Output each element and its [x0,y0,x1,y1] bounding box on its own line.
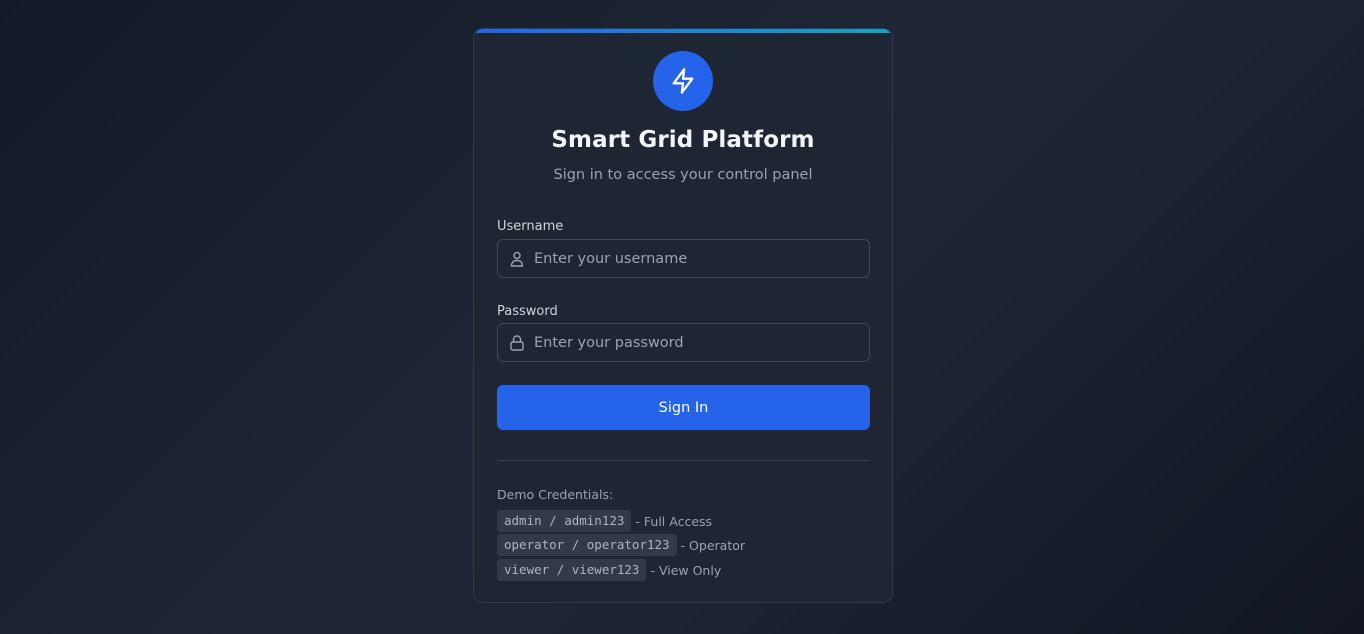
card-accent-bar [474,29,892,33]
credential-desc: - Full Access [635,513,713,529]
credential-row: admin / admin123 - Full Access [497,510,712,532]
username-label: Username [497,219,564,234]
lightning-bolt-icon [672,68,694,94]
page-subtitle: Sign in to access your control panel [553,167,813,183]
page-title: Smart Grid Platform [551,127,815,153]
app-logo [653,51,713,111]
credential-code: viewer / viewer123 [497,559,647,581]
sign-in-button[interactable]: Sign In [497,385,870,430]
username-input[interactable] [534,240,869,277]
user-icon [510,251,524,267]
credential-code: operator / operator123 [497,534,677,556]
credential-desc: - Operator [680,537,746,553]
password-label: Password [497,304,558,319]
login-card: Smart Grid Platform Sign in to access yo… [473,28,893,603]
divider [497,460,870,461]
credential-row: viewer / viewer123 - View Only [497,559,721,581]
credential-code: admin / admin123 [497,510,632,532]
credential-row: operator / operator123 - Operator [497,534,745,556]
password-input[interactable] [534,324,869,361]
credential-desc: - View Only [650,562,722,578]
demo-credentials-heading: Demo Credentials: [497,487,614,502]
password-field [497,323,870,362]
lock-icon [510,334,524,351]
username-field [497,239,870,278]
